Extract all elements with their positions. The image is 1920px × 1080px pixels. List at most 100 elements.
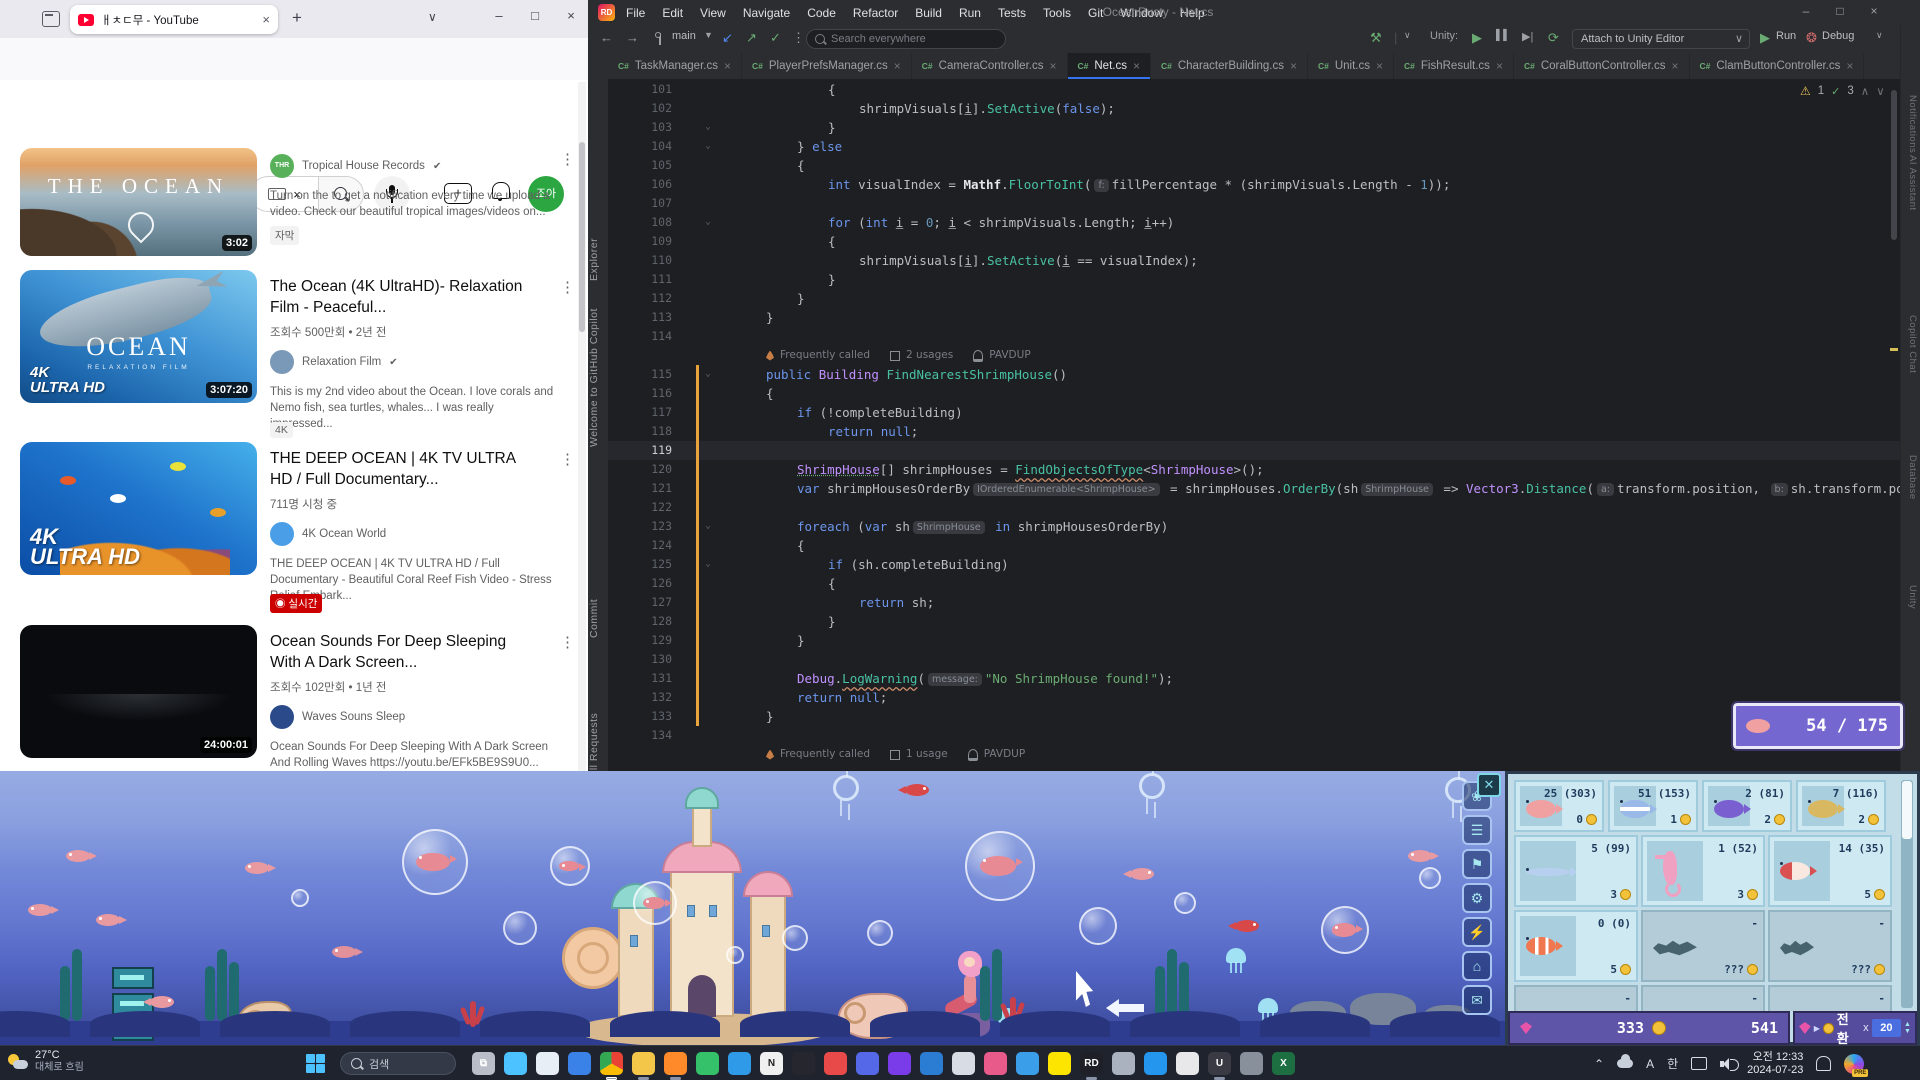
debug-bug-icon[interactable]: ❂ [1806,30,1817,46]
menu-view[interactable]: View [700,6,726,20]
code-line[interactable]: 133} [608,707,1900,726]
ide-minimize-button[interactable]: – [1796,4,1816,18]
taskbar-app-13[interactable] [856,1052,879,1075]
code-line[interactable]: 121 var shrimpHousesOrderBy IOrderedEnumer… [608,479,1900,498]
code-line[interactable]: 120 ShrimpHouse[] shrimpHouses = FindObje… [608,460,1900,479]
file-tab[interactable]: C# ClamButtonController.cs × [1690,53,1865,79]
channel-name[interactable]: Tropical House Records [302,160,425,172]
taskbar-app-22[interactable] [1144,1052,1167,1075]
code-line[interactable]: Frequently called 2 usages PAVDUP [608,346,1900,365]
left-arrow-icon[interactable] [1106,999,1144,1017]
tab-close-icon[interactable]: × [724,59,731,73]
video-result-item[interactable]: 24:00:01 Ocean Sounds For Deep Sleeping W… [0,625,588,771]
file-tab[interactable]: C# TaskManager.cs × [608,53,742,79]
video-channel-row[interactable]: 4K Ocean World [270,522,386,546]
vcs-update-icon[interactable]: ↙ [722,30,733,46]
inspections-widget[interactable]: ⚠ 1 ✓ 3 ∧ ∨ [1800,84,1885,98]
channel-name[interactable]: 4K Ocean World [302,528,386,540]
start-button[interactable] [306,1054,325,1073]
code-line[interactable]: 113} [608,308,1900,327]
video-title[interactable]: Ocean Sounds For Deep Sleeping With A Da… [270,631,540,673]
tab-close-icon[interactable]: × [1846,59,1853,73]
taskbar-app-4[interactable] [568,1052,591,1075]
taskbar-app-2[interactable] [504,1052,527,1075]
annotation-text[interactable]: Frequently called [780,346,870,365]
inventory-cell[interactable]: 5 (99) 3 [1514,835,1638,907]
volume-icon[interactable] [1720,1057,1740,1071]
inventory-close-button[interactable]: ✕ [1477,773,1501,797]
file-tab[interactable]: C# CharacterBuilding.cs × [1151,53,1308,79]
taskbar-weather-widget[interactable]: 27°C 대체로 흐림 [8,1049,84,1074]
taskbar-app-15[interactable] [920,1052,943,1075]
code-line[interactable]: 129} [608,631,1900,650]
vcs-push-icon[interactable]: ↗ [746,30,757,46]
code-line[interactable]: 108 ⌄ for (int i = 0; i < shrimpVisuals.Le… [608,213,1900,232]
new-tab-button[interactable]: + [292,8,302,28]
video-title[interactable]: The Ocean (4K UltraHD)- Relaxation Film … [270,276,540,318]
code-line[interactable]: 104 ⌄} else [608,137,1900,156]
menu-file[interactable]: File [626,6,645,20]
ide-close-button[interactable]: × [1864,4,1884,18]
file-tab[interactable]: C# PlayerPrefsManager.cs × [742,53,912,79]
taskbar-app-14[interactable] [888,1052,911,1075]
tab-close-icon[interactable]: × [1496,59,1503,73]
convert-amount-input[interactable]: 20 [1871,1019,1902,1037]
video-title[interactable]: THE DEEP OCEAN | 4K TV ULTRA HD / Full D… [270,448,540,490]
unity-pause-icon[interactable]: ▌▌ [1496,30,1510,41]
code-line[interactable]: 130 [608,650,1900,669]
menu-edit[interactable]: Edit [662,6,683,20]
tool-stripe-welcome-to-github-copilot[interactable]: Welcome to GitHub Copilot [588,268,608,488]
ide-forward-icon[interactable]: → [626,30,639,45]
file-tab[interactable]: C# FishResult.cs × [1394,53,1514,79]
code-line[interactable]: 102 shrimpVisuals[i].SetActive(false); [608,99,1900,118]
inventory-cell[interactable]: 14 (35) 5 [1768,835,1892,907]
ide-maximize-button[interactable]: □ [1830,4,1850,18]
code-line[interactable]: 111} [608,270,1900,289]
inventory-scrollbar[interactable] [1901,780,1913,1008]
channel-avatar[interactable] [270,350,294,374]
menu-tests[interactable]: Tests [998,6,1026,20]
inventory-cell[interactable]: 2 (81) 2 [1702,780,1792,832]
code-line[interactable]: 110 shrimpVisuals[i].SetActive(i == visua… [608,251,1900,270]
notification-center-icon[interactable] [1816,1056,1832,1071]
tab-close-icon[interactable]: × [1049,59,1056,73]
taskbar-app-6[interactable] [632,1052,655,1080]
inventory-cell[interactable]: 25 (303) 0 [1514,780,1604,832]
code-line[interactable]: 107 [608,194,1900,213]
menu-run[interactable]: Run [959,6,981,20]
inventory-cell[interactable]: - [1641,985,1765,1011]
code-line[interactable]: 116 { [608,384,1900,403]
tab-close-icon[interactable]: × [262,12,270,27]
editor-scrollbar[interactable] [1890,80,1898,771]
unity-refresh-icon[interactable]: ⟳ [1548,30,1559,46]
firefox-view-icon[interactable] [42,11,60,27]
code-line[interactable]: Frequently called 1 usage PAVDUP [608,745,1900,764]
browser-close-button[interactable]: × [560,8,582,23]
video-result-item[interactable]: THE OCEAN 3:02 THR Tropical House Records ✔ T… [0,148,588,286]
taskbar-app-11[interactable] [792,1052,815,1075]
annotation-usages[interactable]: 2 usages [906,346,953,365]
inventory-cell[interactable]: - [1768,985,1892,1011]
menu-navigate[interactable]: Navigate [743,6,790,20]
prev-issue-icon[interactable]: ∧ [1861,84,1869,98]
ime-latin[interactable]: A [1646,1057,1654,1071]
video-channel-row[interactable]: THR Tropical House Records ✔ [270,154,441,178]
taskbar-app-12[interactable] [824,1052,847,1075]
code-line[interactable]: 126 { [608,574,1900,593]
code-line[interactable]: 117 if (!completeBuilding) [608,403,1900,422]
tab-list-chevron-icon[interactable]: ∨ [428,10,437,24]
code-line[interactable]: 112} [608,289,1900,308]
taskbar-app-24[interactable]: U [1208,1052,1231,1080]
branch-chevron-icon[interactable]: ▼ [704,30,713,40]
search-everywhere[interactable]: Search everywhere [806,29,1006,49]
tool-stripe-ai-assistant[interactable]: AI Assistant [1904,155,1918,211]
browser-scrollbar[interactable] [578,82,586,771]
taskbar-app-3[interactable] [536,1052,559,1075]
game-menu-home-button[interactable]: ⌂ [1462,951,1492,981]
video-thumbnail[interactable]: THE OCEAN 3:02 [20,148,257,256]
taskbar-app-10[interactable]: N [760,1052,783,1075]
channel-avatar[interactable]: THR [270,154,294,178]
copilot-icon[interactable]: PRE [1844,1053,1869,1077]
vcs-commit-icon[interactable]: ✓ [770,30,781,46]
inventory-cell[interactable]: 0 (0) 5 [1514,910,1638,982]
